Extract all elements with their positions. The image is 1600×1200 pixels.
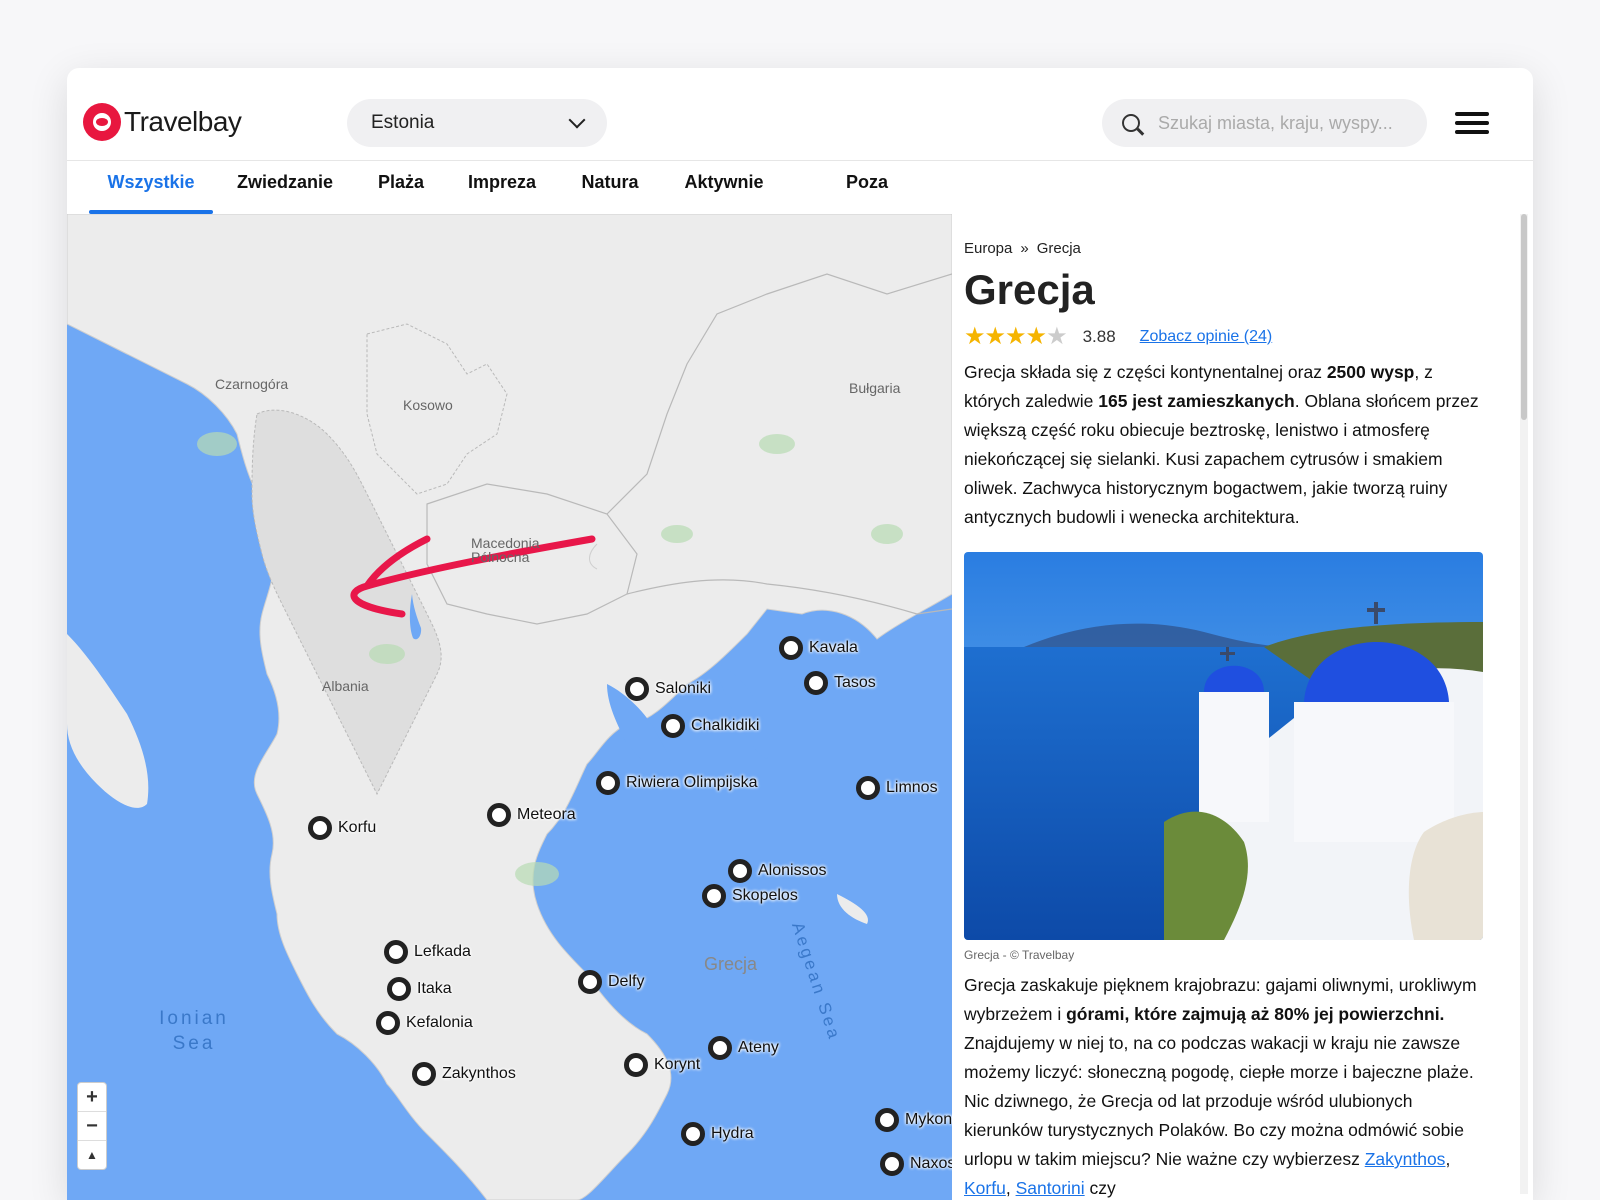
tab-plaza[interactable]: Plaża <box>373 160 429 214</box>
map-pin-ateny[interactable]: Ateny <box>708 1036 779 1060</box>
map-pin-hydra[interactable]: Hydra <box>681 1122 754 1146</box>
map-country-label: Macedonia Północna <box>471 535 540 565</box>
search-input[interactable] <box>1156 111 1400 135</box>
tab-aktywnie[interactable]: Aktywnie <box>681 160 767 214</box>
link-zakynthos[interactable]: Zakynthos <box>1365 1149 1446 1169</box>
zoom-controls: + − ▲ <box>77 1082 107 1170</box>
tab-impreza[interactable]: Impreza <box>467 160 537 214</box>
header: Travelbay Estonia <box>67 68 1533 161</box>
menu-icon[interactable] <box>1455 112 1489 134</box>
map-pin-naxos[interactable]: Naxos <box>880 1152 952 1176</box>
tab-wszystkie[interactable]: Wszystkie <box>89 160 213 214</box>
chevron-down-icon <box>568 111 586 129</box>
travelbay-logo-icon <box>83 103 121 141</box>
map-pin-alonissos[interactable]: Alonissos <box>728 859 826 883</box>
map-pin-riwiera-olimpijska[interactable]: Riwiera Olimpijska <box>596 771 758 795</box>
map-pin-lefkada[interactable]: Lefkada <box>384 940 471 964</box>
pin-icon <box>625 677 649 701</box>
pin-icon <box>708 1036 732 1060</box>
pin-icon <box>487 803 511 827</box>
pin-icon <box>661 714 685 738</box>
pin-icon <box>578 970 602 994</box>
country-select-value: Estonia <box>371 112 435 133</box>
map-pin-kavala[interactable]: Kavala <box>779 636 858 660</box>
sea-label: Ionian Sea <box>159 1008 229 1054</box>
search-icon <box>1122 114 1140 132</box>
browser-window: Travelbay Estonia Wszystkie Zwiedzanie P… <box>67 68 1533 1200</box>
breadcrumb-item[interactable]: Europa <box>964 240 1012 257</box>
map-country-label: Grecja <box>704 954 758 974</box>
map-pin-itaka[interactable]: Itaka <box>387 977 452 1001</box>
compass-icon[interactable]: ▲ <box>78 1141 106 1169</box>
pin-icon <box>387 977 411 1001</box>
photo-caption: Grecja - © Travelbay <box>964 948 1075 962</box>
map-pin-zakynthos[interactable]: Zakynthos <box>412 1062 516 1086</box>
country-select[interactable]: Estonia <box>347 99 607 147</box>
breadcrumb-item[interactable]: Grecja <box>1037 240 1081 257</box>
tab-zwiedzanie[interactable]: Zwiedzanie <box>235 160 335 214</box>
pin-icon <box>779 636 803 660</box>
map-pin-tasos[interactable]: Tasos <box>804 671 876 695</box>
map-country-label: Albania <box>322 678 369 694</box>
page-title: Grecja <box>964 266 1095 313</box>
pin-icon <box>728 859 752 883</box>
pin-icon <box>875 1108 899 1132</box>
link-santorini[interactable]: Santorini <box>1016 1178 1085 1198</box>
map-country-label: Czarnogóra <box>215 376 289 392</box>
search-bar[interactable] <box>1102 99 1427 147</box>
logo-text: Travelbay <box>124 106 242 137</box>
map-pin-limnos[interactable]: Limnos <box>856 776 938 800</box>
map-pin-saloniki[interactable]: Saloniki <box>625 677 711 701</box>
map-pin-kefalonia[interactable]: Kefalonia <box>376 1011 473 1035</box>
tab-natura[interactable]: Natura <box>579 160 641 214</box>
pin-icon <box>624 1053 648 1077</box>
category-tabs: Wszystkie Zwiedzanie Plaża Impreza Natur… <box>67 160 1533 236</box>
logo[interactable]: Travelbay <box>83 103 242 141</box>
reviews-link[interactable]: Zobacz opinie (24) <box>1140 328 1273 346</box>
breadcrumb-separator: » <box>1020 240 1029 257</box>
panel-scrollbar[interactable] <box>1520 214 1528 1194</box>
map-pin-skopelos[interactable]: Skopelos <box>702 884 798 908</box>
pin-icon <box>681 1122 705 1146</box>
rating: ★★★★★ 3.88 Zobacz opinie (24) <box>964 322 1272 351</box>
pin-icon <box>702 884 726 908</box>
pin-icon <box>856 776 880 800</box>
scrollbar-thumb[interactable] <box>1521 214 1527 420</box>
map-country-label: Kosowo <box>403 397 453 413</box>
zoom-out-button[interactable]: − <box>78 1112 106 1141</box>
map-pin-chalkidiki[interactable]: Chalkidiki <box>661 714 759 738</box>
pin-icon <box>596 771 620 795</box>
rating-score: 3.88 <box>1082 326 1116 346</box>
link-korfu[interactable]: Korfu <box>964 1178 1006 1198</box>
pin-icon <box>376 1011 400 1035</box>
pin-icon <box>412 1062 436 1086</box>
second-paragraph: Grecja zaskakuje pięknem krajobrazu: gaj… <box>964 975 1477 1198</box>
tab-poza-szlakiem[interactable]: Poza szlakiem <box>807 160 927 236</box>
breadcrumb: Europa » Grecja <box>964 240 1081 257</box>
pin-icon <box>308 816 332 840</box>
pin-icon <box>804 671 828 695</box>
map-pin-korfu[interactable]: Korfu <box>308 816 376 840</box>
map[interactable]: Czarnogóra Kosowo Bułgaria Macedonia Pół… <box>67 214 952 1200</box>
zoom-in-button[interactable]: + <box>78 1083 106 1112</box>
intro-paragraph: Grecja składa się z części kontynentalne… <box>964 362 1479 527</box>
destination-panel: Europa » Grecja Grecja ★★★★★ 3.88 Zobacz o… <box>952 214 1533 1200</box>
map-pin-mykonos[interactable]: Mykonos <box>875 1108 952 1132</box>
star-rating-icon: ★★★★★ <box>964 323 1068 350</box>
map-pin-korynt[interactable]: Korynt <box>624 1053 700 1077</box>
map-country-label: Bułgaria <box>849 380 901 396</box>
map-pin-delfy[interactable]: Delfy <box>578 970 644 994</box>
pin-icon <box>880 1152 904 1176</box>
map-pin-meteora[interactable]: Meteora <box>487 803 576 827</box>
pin-icon <box>384 940 408 964</box>
destination-photo <box>964 552 1483 940</box>
